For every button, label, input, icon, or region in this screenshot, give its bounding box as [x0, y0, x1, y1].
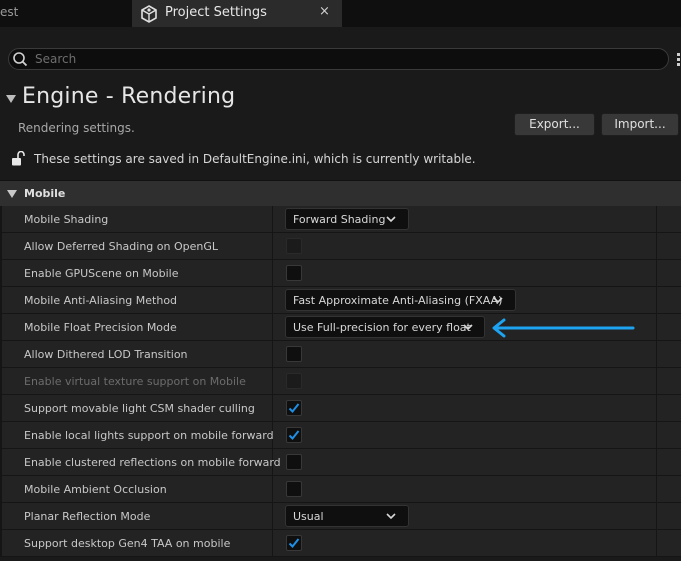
mobile-shading-dropdown[interactable]: Forward Shading [285, 208, 409, 230]
setting-label: Mobile Float Precision Mode [24, 321, 177, 334]
clustered-reflections-checkbox[interactable] [286, 454, 302, 470]
section-header-mobile[interactable]: Mobile [0, 180, 681, 206]
setting-row-virtual-texture: Enable virtual texture support on Mobile [0, 368, 681, 395]
setting-label: Allow Dithered LOD Transition [24, 348, 188, 361]
chevron-down-icon [386, 513, 396, 520]
writable-notice: These settings are saved in DefaultEngin… [34, 152, 476, 166]
setting-label: Enable local lights support on mobile fo… [24, 429, 274, 442]
triangle-down-icon [7, 190, 17, 198]
setting-row-planar-reflection: Planar Reflection Mode Usual [0, 503, 681, 530]
chevron-down-icon [386, 216, 396, 223]
csm-shader-culling-checkbox[interactable] [286, 400, 302, 416]
setting-label: Support desktop Gen4 TAA on mobile [24, 537, 231, 550]
setting-row-deferred-shading-opengl: Allow Deferred Shading on OpenGL [0, 233, 681, 260]
dropdown-value: Usual [293, 510, 324, 523]
settings-rows: Mobile Shading Forward Shading Allow Def… [0, 206, 681, 557]
dropdown-value: Fast Approximate Anti-Aliasing (FXAA) [293, 294, 503, 307]
anti-aliasing-dropdown[interactable]: Fast Approximate Anti-Aliasing (FXAA) [285, 289, 516, 311]
setting-row-csm-shader-culling: Support movable light CSM shader culling [0, 395, 681, 422]
setting-label: Mobile Shading [24, 213, 109, 226]
setting-label: Support movable light CSM shader culling [24, 402, 255, 415]
virtual-texture-checkbox [286, 373, 302, 389]
setting-row-gpuscene-mobile: Enable GPUScene on Mobile [0, 260, 681, 287]
dithered-lod-checkbox[interactable] [286, 346, 302, 362]
gen4-taa-checkbox[interactable] [286, 535, 302, 551]
checkmark-icon [288, 430, 300, 440]
setting-label: Enable virtual texture support on Mobile [24, 375, 246, 388]
search-icon [13, 52, 28, 67]
setting-label: Enable GPUScene on Mobile [24, 267, 179, 280]
search-bar[interactable] [8, 48, 669, 70]
setting-row-gen4-taa: Support desktop Gen4 TAA on mobile [0, 530, 681, 557]
close-icon[interactable]: × [319, 4, 330, 19]
setting-row-clustered-reflections: Enable clustered reflections on mobile f… [0, 449, 681, 476]
setting-label: Allow Deferred Shading on OpenGL [24, 240, 219, 253]
tab-bar: est Project Settings × [0, 0, 681, 27]
triangle-down-icon[interactable] [6, 94, 16, 104]
left-arrow-icon [492, 318, 635, 338]
setting-row-ambient-occlusion: Mobile Ambient Occlusion [0, 476, 681, 503]
settings-panel: Engine - Rendering Rendering settings. E… [0, 27, 681, 561]
settings-cube-icon [141, 5, 157, 23]
checkmark-icon [288, 403, 300, 413]
unlocked-padlock-icon [12, 151, 25, 166]
chevron-down-icon [493, 297, 503, 304]
ambient-occlusion-checkbox[interactable] [286, 481, 302, 497]
tab-previous-label[interactable]: est [0, 0, 18, 24]
setting-label: Enable clustered reflections on mobile f… [24, 456, 281, 469]
tab-project-settings[interactable]: Project Settings × [132, 0, 342, 27]
vertical-dots-icon[interactable] [676, 52, 681, 66]
chevron-down-icon [463, 324, 473, 331]
planar-reflection-dropdown[interactable]: Usual [285, 505, 409, 527]
checkmark-icon [288, 538, 300, 548]
setting-row-mobile-shading: Mobile Shading Forward Shading [0, 206, 681, 233]
setting-row-mobile-anti-aliasing: Mobile Anti-Aliasing Method Fast Approxi… [0, 287, 681, 314]
deferred-shading-opengl-checkbox[interactable] [286, 238, 302, 254]
search-input[interactable] [35, 51, 655, 67]
dropdown-value: Forward Shading [293, 213, 386, 226]
page-title: Engine - Rendering [22, 84, 236, 109]
setting-label: Mobile Ambient Occlusion [24, 483, 167, 496]
export-button[interactable]: Export... [514, 113, 595, 136]
local-lights-checkbox[interactable] [286, 427, 302, 443]
setting-label: Mobile Anti-Aliasing Method [24, 294, 178, 307]
import-button[interactable]: Import... [601, 113, 679, 136]
page-description: Rendering settings. [18, 121, 135, 135]
setting-row-dithered-lod: Allow Dithered LOD Transition [0, 341, 681, 368]
setting-label: Planar Reflection Mode [24, 510, 151, 523]
setting-row-local-lights: Enable local lights support on mobile fo… [0, 422, 681, 449]
float-precision-dropdown[interactable]: Use Full-precision for every float [285, 316, 485, 338]
tab-title: Project Settings [165, 5, 267, 20]
dropdown-value: Use Full-precision for every float [293, 321, 471, 334]
section-label: Mobile [24, 187, 66, 200]
gpuscene-mobile-checkbox[interactable] [286, 265, 302, 281]
